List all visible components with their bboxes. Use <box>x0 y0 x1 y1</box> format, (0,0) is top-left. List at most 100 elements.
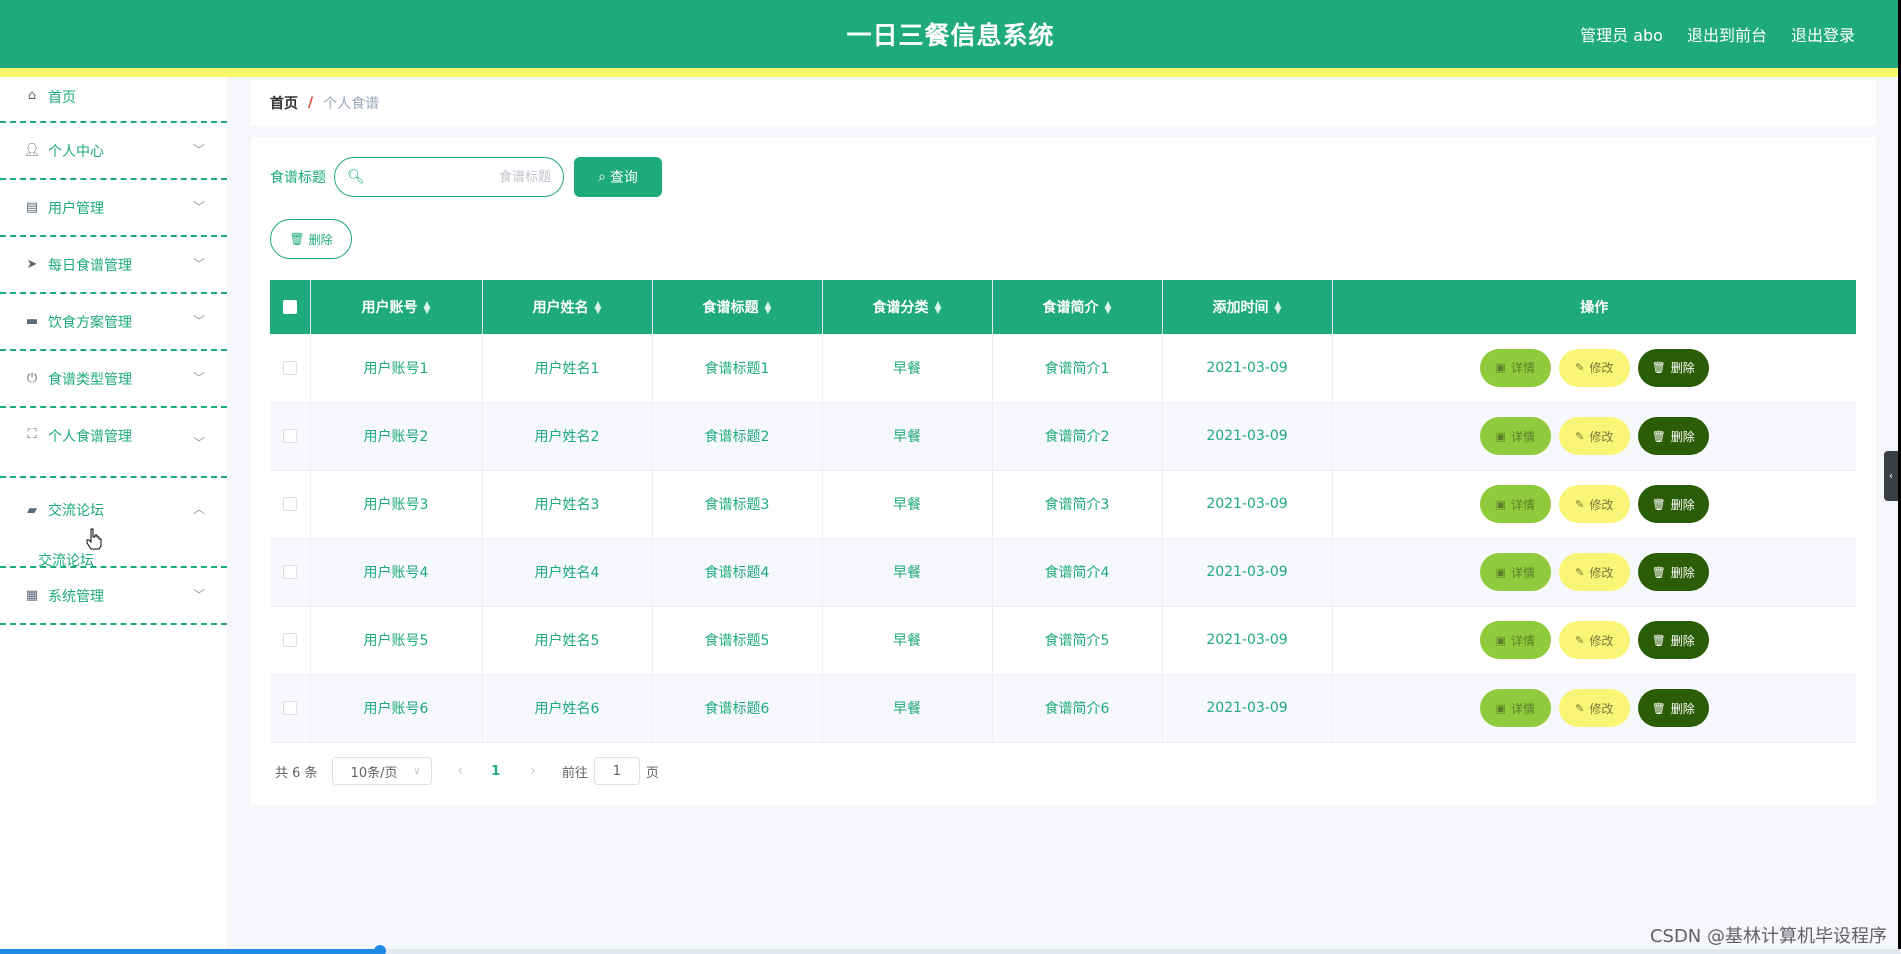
sidebar-item-personal-center[interactable]: 👤︎ 个人中心 ﹀ <box>0 123 227 180</box>
page-size-select[interactable]: 10条/页 ∨ <box>331 757 432 785</box>
pencil-icon: ✎ <box>1575 429 1585 443</box>
pencil-icon: ✎ <box>1575 361 1585 375</box>
table-row[interactable]: 用户账号4 用户姓名4 食谱标题4 早餐 食谱简介4 2021-03-09 ▣ 详情 ✎ 修改 🗑︎… <box>270 538 1856 607</box>
table-cell: 食谱标题1 <box>652 334 823 403</box>
column-header[interactable]: 添加时间 ▲ ▼ <box>1162 280 1333 334</box>
table-cell: 早餐 <box>822 402 993 471</box>
side-panel-toggle[interactable]: ‹ <box>1884 451 1898 501</box>
edit-label: 修改 <box>1589 429 1614 444</box>
table-row[interactable]: 用户账号5 用户姓名5 食谱标题5 早餐 食谱简介5 2021-03-09 ▣ 详情 ✎ 修改 🗑︎… <box>270 606 1856 675</box>
pagination-total: 共 6 条 <box>275 765 318 781</box>
table-cell: 用户账号6 <box>310 674 483 743</box>
sort-icon[interactable]: ▲ ▼ <box>595 301 602 316</box>
prev-page-button[interactable]: ‹ <box>458 763 464 779</box>
table-cell: 早餐 <box>822 470 993 539</box>
table-cell: 食谱标题3 <box>652 470 823 539</box>
home-icon: ⌂ <box>27 87 37 103</box>
table-cell: 食谱简介2 <box>992 402 1163 471</box>
table-cell: 用户账号5 <box>310 606 483 675</box>
batch-delete-button[interactable]: 🗑︎ 删除 <box>270 219 352 259</box>
table-row[interactable]: 用户账号3 用户姓名3 食谱标题3 早餐 食谱简介3 2021-03-09 ▣ 详情 ✎ 修改 🗑︎… <box>270 470 1856 539</box>
next-page-button[interactable]: › <box>530 763 536 779</box>
table-row[interactable]: 用户账号6 用户姓名6 食谱标题6 早餐 食谱简介6 2021-03-09 ▣ 详情 ✎ 修改 🗑︎… <box>270 674 1856 743</box>
detail-button[interactable]: ▣ 详情 <box>1479 485 1551 523</box>
row-checkbox[interactable] <box>282 701 297 715</box>
sort-icon[interactable]: ▲ ▼ <box>1105 301 1112 316</box>
back-to-front-link[interactable]: 退出到前台 <box>1687 22 1767 46</box>
detail-button[interactable]: ▣ 详情 <box>1479 621 1551 659</box>
breadcrumb-home[interactable]: 首页 <box>270 93 298 113</box>
column-header[interactable]: 用户账号 ▲ ▼ <box>310 280 483 334</box>
goto-page-input[interactable] <box>593 757 640 785</box>
chevron-down-icon: ﹀ <box>192 313 205 328</box>
search-button[interactable]: ⌕ 查询 <box>574 157 662 197</box>
detail-button[interactable]: ▣ 详情 <box>1479 417 1551 455</box>
detail-button[interactable]: ▣ 详情 <box>1479 553 1551 591</box>
row-checkbox[interactable] <box>282 565 297 579</box>
sidebar-item-home[interactable]: ⌂ 首页 <box>0 77 227 123</box>
sidebar-item-label: 每日食谱管理 <box>48 257 132 274</box>
delete-button[interactable]: 🗑︎ 删除 <box>1637 348 1709 387</box>
detail-button[interactable]: ▣ 详情 <box>1479 348 1551 387</box>
sidebar-item-system[interactable]: ▦ 系统管理 ﹀ <box>0 568 227 625</box>
sidebar-item-personal-recipe[interactable]: ⛶ 个人食谱管理 ﹀ <box>0 408 227 478</box>
trash-icon: 🗑︎ <box>1651 361 1666 375</box>
scroll-progress-bar[interactable] <box>0 945 1901 954</box>
row-checkbox[interactable] <box>282 429 297 443</box>
column-header[interactable]: 用户姓名 ▲ ▼ <box>482 280 653 334</box>
chevron-down-icon: ﹀ <box>192 256 205 271</box>
detail-button[interactable]: ▣ 详情 <box>1479 689 1551 727</box>
progress-knob[interactable] <box>374 945 387 954</box>
table-cell: 食谱简介4 <box>992 538 1163 607</box>
sidebar-item-label: 食谱类型管理 <box>48 371 132 388</box>
delete-label: 删除 <box>1670 565 1695 580</box>
delete-button[interactable]: 🗑︎ 删除 <box>1637 689 1709 727</box>
detail-label: 详情 <box>1510 701 1535 716</box>
sort-icon[interactable]: ▲ ▼ <box>424 301 431 316</box>
sort-icon[interactable]: ▲ ▼ <box>935 301 942 316</box>
search-input-wrapper[interactable]: 🔍︎ <box>334 157 564 197</box>
row-checkbox[interactable] <box>282 497 297 511</box>
sidebar-item-recipe-type[interactable]: ⏻ 食谱类型管理 ﹀ <box>0 351 227 408</box>
sidebar-item-user-management[interactable]: ▤ 用户管理 ﹀ <box>0 180 227 237</box>
select-all-checkbox[interactable] <box>282 300 297 314</box>
pagination: 共 6 条 10条/页 ∨ ‹ 1 › 前往 页 <box>275 757 659 785</box>
table-row[interactable]: 用户账号2 用户姓名2 食谱标题2 早餐 食谱简介2 2021-03-09 ▣ 详情 ✎ 修改 🗑︎… <box>270 402 1856 471</box>
delete-button[interactable]: 🗑︎ 删除 <box>1637 485 1709 523</box>
search-label: 食谱标题 <box>270 170 326 186</box>
edit-button[interactable]: ✎ 修改 <box>1558 689 1630 727</box>
column-header[interactable]: 食谱分类 ▲ ▼ <box>822 280 993 334</box>
logout-link[interactable]: 退出登录 <box>1791 22 1855 46</box>
page-number[interactable]: 1 <box>491 764 500 779</box>
edit-label: 修改 <box>1589 361 1614 376</box>
row-select-cell <box>270 402 311 471</box>
pencil-icon: ✎ <box>1575 701 1585 715</box>
table-row[interactable]: 用户账号1 用户姓名1 食谱标题1 早餐 食谱简介1 2021-03-09 ▣ 详情 ✎ 修改 🗑︎… <box>270 334 1856 403</box>
delete-button[interactable]: 🗑︎ 删除 <box>1637 621 1709 659</box>
document-icon: ▣ <box>1495 701 1506 715</box>
admin-label[interactable]: 管理员 abo <box>1580 22 1663 46</box>
sidebar-item-daily-recipe[interactable]: ➤ 每日食谱管理 ﹀ <box>0 237 227 294</box>
delete-button[interactable]: 🗑︎ 删除 <box>1637 417 1709 455</box>
column-header[interactable]: 食谱简介 ▲ ▼ <box>992 280 1163 334</box>
row-select-cell <box>270 674 311 743</box>
edit-button[interactable]: ✎ 修改 <box>1558 417 1630 455</box>
trash-icon: 🗑︎ <box>289 232 305 246</box>
actions-cell: ▣ 详情 ✎ 修改 🗑︎ 删除 <box>1332 334 1856 403</box>
edit-button[interactable]: ✎ 修改 <box>1558 621 1630 659</box>
sort-icon[interactable]: ▲ ▼ <box>1275 301 1282 316</box>
search-input[interactable] <box>372 169 551 185</box>
edit-button[interactable]: ✎ 修改 <box>1558 348 1630 387</box>
sort-icon[interactable]: ▲ ▼ <box>765 301 772 316</box>
sidebar-item-forum[interactable]: ▰ 交流论坛 ︿ 交流论坛 <box>0 478 227 570</box>
row-checkbox[interactable] <box>282 360 297 375</box>
detail-label: 详情 <box>1510 361 1535 376</box>
sidebar-subitem-forum[interactable]: 交流论坛 <box>38 550 94 570</box>
sidebar-item-diet-plan[interactable]: ▬ 饮食方案管理 ﹀ <box>0 294 227 351</box>
edit-button[interactable]: ✎ 修改 <box>1558 485 1630 523</box>
column-header[interactable]: 食谱标题 ▲ ▼ <box>652 280 823 334</box>
edit-button[interactable]: ✎ 修改 <box>1558 553 1630 591</box>
row-checkbox[interactable] <box>282 633 297 647</box>
chevron-up-icon: ︿ <box>192 502 205 516</box>
delete-button[interactable]: 🗑︎ 删除 <box>1637 553 1709 591</box>
